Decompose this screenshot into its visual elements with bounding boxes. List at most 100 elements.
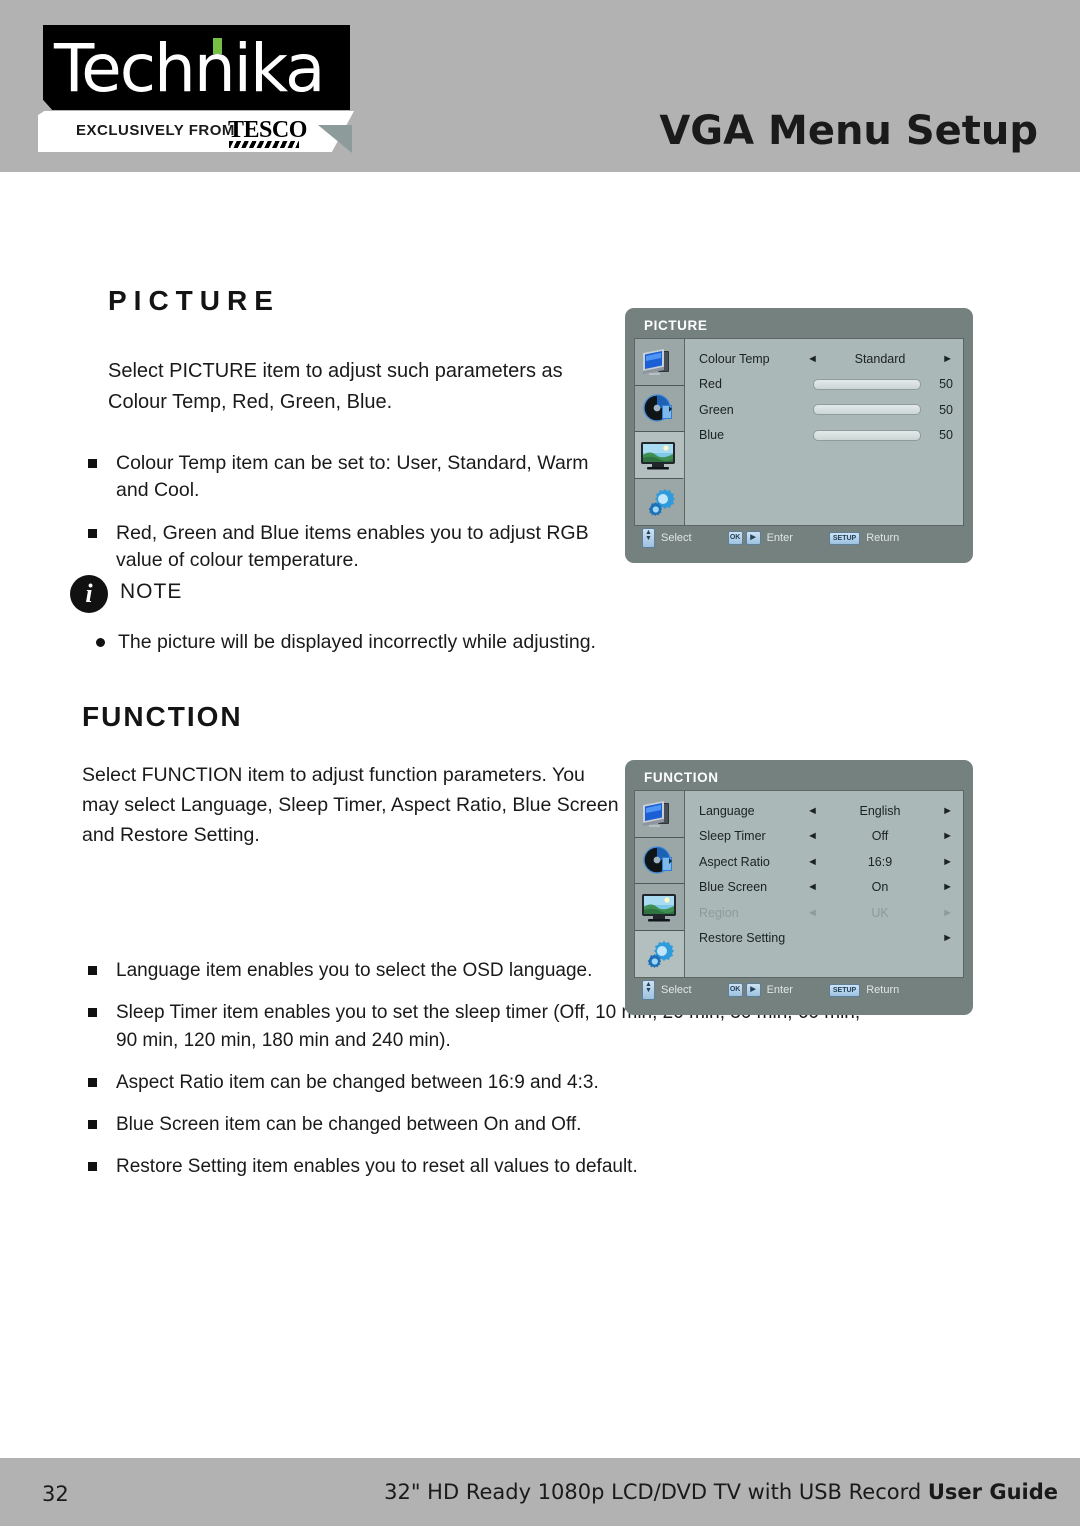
round-bullet-icon bbox=[96, 638, 105, 647]
slider-track bbox=[813, 378, 921, 390]
list-item-text: Colour Temp item can be set to: User, St… bbox=[116, 452, 589, 501]
right-arrow-icon[interactable]: ► bbox=[931, 830, 953, 842]
ok-button-icon[interactable]: OK bbox=[727, 531, 743, 545]
osd-function-title: FUNCTION bbox=[644, 770, 719, 785]
left-arrow-icon[interactable]: ◄ bbox=[807, 353, 829, 365]
footer-product-text: 32" HD Ready 1080p LCD/DVD TV with USB R… bbox=[384, 1480, 928, 1504]
osd-row-restore-setting[interactable]: Restore Setting ► bbox=[699, 926, 953, 952]
logo-page-fold-icon bbox=[318, 125, 352, 153]
sidebar-item-tv-picture[interactable] bbox=[635, 884, 684, 931]
list-item: Blue Screen item can be changed between … bbox=[84, 1111, 884, 1139]
osd-picture-title: PICTURE bbox=[644, 318, 708, 333]
return-control[interactable]: SETUP Return bbox=[828, 983, 935, 997]
osd-row-value: UK bbox=[871, 905, 889, 920]
sidebar-item-disc-dvd[interactable] bbox=[635, 385, 684, 432]
left-arrow-icon: ◄ bbox=[807, 906, 818, 919]
slider-track bbox=[813, 429, 921, 441]
enter-control[interactable]: OK ▶ Enter bbox=[727, 983, 829, 997]
osd-row-label: Colour Temp bbox=[699, 351, 770, 366]
ok-button-icon[interactable]: OK bbox=[727, 983, 743, 997]
footer-product-line: 32" HD Ready 1080p LCD/DVD TV with USB R… bbox=[0, 1480, 1058, 1504]
osd-row-label: Aspect Ratio bbox=[699, 854, 770, 869]
osd-row-blue[interactable]: Blue 50 bbox=[699, 423, 953, 449]
list-item-text: Language item enables you to select the … bbox=[116, 960, 593, 981]
left-arrow-icon[interactable]: ◄ bbox=[807, 881, 829, 893]
sidebar-item-gears-settings[interactable] bbox=[635, 930, 684, 977]
osd-function-menu: FUNCTION Language ◄ English ► Sleep Time… bbox=[625, 760, 973, 1015]
setup-button-icon[interactable]: SETUP bbox=[828, 531, 861, 545]
osd-row-value: 50 bbox=[939, 377, 953, 392]
left-arrow-icon[interactable]: ◄ bbox=[807, 830, 829, 842]
green-slider[interactable] bbox=[807, 404, 927, 416]
osd-row-region: Region ◄ UK ► bbox=[699, 900, 953, 926]
osd-row-value: On bbox=[871, 880, 889, 895]
footer-guide-label: User Guide bbox=[927, 1480, 1058, 1504]
logo-green-dot-icon bbox=[213, 38, 222, 54]
return-label: Return bbox=[866, 984, 900, 996]
select-control[interactable]: ▲ ▼ Select bbox=[642, 980, 728, 1000]
osd-row-value: English bbox=[859, 803, 901, 818]
osd-row-green[interactable]: Green 50 bbox=[699, 397, 953, 423]
red-slider[interactable] bbox=[807, 378, 927, 390]
page-title: VGA Menu Setup bbox=[659, 108, 1038, 154]
picture-bullet-list: Colour Temp item can be set to: User, St… bbox=[84, 450, 614, 590]
osd-function-sidebar bbox=[634, 790, 684, 978]
osd-row-value: 50 bbox=[939, 428, 953, 443]
right-arrow-button-icon[interactable]: ▶ bbox=[745, 531, 761, 545]
osd-picture-sidebar bbox=[634, 338, 684, 526]
setup-button-icon[interactable]: SETUP bbox=[828, 983, 861, 997]
left-arrow-icon[interactable]: ◄ bbox=[807, 805, 829, 817]
right-arrow-icon[interactable]: ► bbox=[931, 353, 953, 365]
list-item: Colour Temp item can be set to: User, St… bbox=[84, 450, 614, 504]
sidebar-item-gears-settings[interactable] bbox=[635, 478, 684, 525]
osd-row-label: Red bbox=[699, 377, 722, 392]
sidebar-item-tv-picture[interactable] bbox=[635, 432, 684, 479]
osd-row-label: Language bbox=[699, 803, 755, 818]
sidebar-item-monitor-pc[interactable] bbox=[635, 339, 684, 386]
right-arrow-icon[interactable]: ► bbox=[931, 881, 953, 893]
osd-picture-body: Colour Temp ◄ Standard ► Red 50 Green 50… bbox=[634, 338, 964, 526]
gears-settings-icon bbox=[640, 485, 680, 519]
osd-row-blue-screen[interactable]: Blue Screen ◄ On ► bbox=[699, 875, 953, 901]
right-arrow-button-icon[interactable]: ▶ bbox=[745, 983, 761, 997]
gears-settings-icon bbox=[639, 937, 679, 971]
list-item: Aspect Ratio item can be changed between… bbox=[84, 1069, 884, 1097]
osd-row-label: Sleep Timer bbox=[699, 829, 766, 844]
right-arrow-icon[interactable]: ► bbox=[931, 805, 953, 817]
osd-row-label: Green bbox=[699, 402, 734, 417]
osd-row-value: Off bbox=[871, 829, 889, 844]
osd-row-sleep-timer[interactable]: Sleep Timer ◄ Off ► bbox=[699, 824, 953, 850]
list-item-text: Restore Setting item enables you to rese… bbox=[116, 1156, 638, 1177]
right-arrow-icon[interactable]: ► bbox=[931, 856, 953, 868]
osd-row-label: Blue bbox=[699, 428, 725, 443]
osd-row-label: Region bbox=[699, 905, 739, 920]
disc-dvd-icon bbox=[640, 843, 680, 877]
list-item: Restore Setting item enables you to rese… bbox=[84, 1153, 884, 1181]
sidebar-item-monitor-pc[interactable] bbox=[635, 791, 684, 838]
select-control[interactable]: ▲ ▼ Select bbox=[642, 528, 728, 548]
sidebar-item-disc-dvd[interactable] bbox=[635, 837, 684, 884]
osd-picture-menu: PICTURE Colour Temp ◄ Standard ► Red 50 … bbox=[625, 308, 973, 563]
osd-row-red[interactable]: Red 50 bbox=[699, 372, 953, 398]
square-bullet-icon bbox=[88, 1008, 97, 1017]
osd-row-value: Standard bbox=[854, 351, 906, 366]
blue-slider[interactable] bbox=[807, 429, 927, 441]
up-down-arrows-icon[interactable]: ▲ ▼ bbox=[642, 980, 655, 1000]
left-arrow-icon[interactable]: ◄ bbox=[807, 856, 829, 868]
osd-row-value: 16:9 bbox=[867, 854, 893, 869]
osd-row-aspect-ratio[interactable]: Aspect Ratio ◄ 16:9 ► bbox=[699, 849, 953, 875]
monitor-pc-icon bbox=[640, 797, 680, 831]
right-arrow-icon: ► bbox=[942, 906, 953, 919]
right-arrow-icon[interactable]: ► bbox=[931, 932, 953, 944]
osd-row-colour-temp[interactable]: Colour Temp ◄ Standard ► bbox=[699, 346, 953, 372]
osd-picture-main: Colour Temp ◄ Standard ► Red 50 Green 50… bbox=[684, 338, 964, 526]
osd-picture-footer: ▲ ▼ Select OK ▶ Enter SETUP Return bbox=[634, 526, 964, 550]
square-bullet-icon bbox=[88, 529, 97, 538]
tv-picture-icon bbox=[640, 890, 680, 924]
osd-row-label: Restore Setting bbox=[699, 931, 786, 946]
return-control[interactable]: SETUP Return bbox=[828, 531, 935, 545]
enter-control[interactable]: OK ▶ Enter bbox=[727, 531, 829, 545]
osd-row-language[interactable]: Language ◄ English ► bbox=[699, 798, 953, 824]
square-bullet-icon bbox=[88, 459, 97, 468]
up-down-arrows-icon[interactable]: ▲ ▼ bbox=[642, 528, 655, 548]
